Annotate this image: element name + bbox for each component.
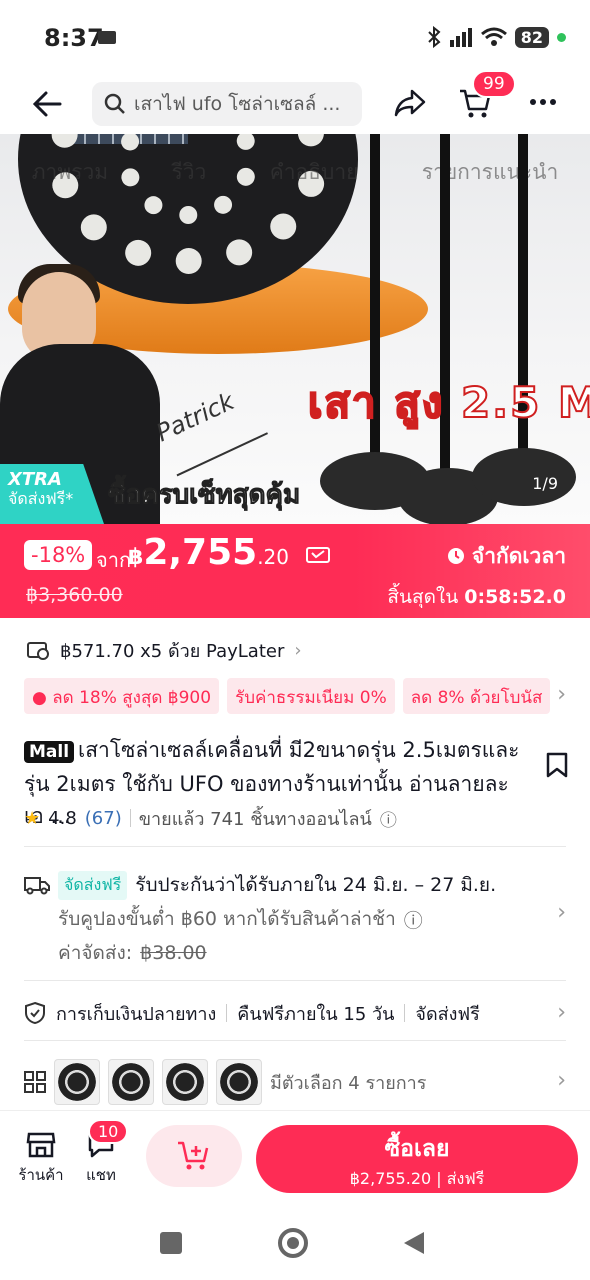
mall-badge: Mall <box>24 741 75 763</box>
variant-thumbnail[interactable] <box>54 1059 100 1105</box>
buy-now-button[interactable]: ซื้อเลย ฿2,755.20 | ส่งฟรี <box>256 1125 578 1193</box>
buy-now-price: ฿2,755.20 | ส่งฟรี <box>349 1169 485 1188</box>
search-text: เสาไฟ ufo โซล่าเซลล์ ... <box>134 93 341 115</box>
promo-chip[interactable]: ลด 8% ด้วยโบนัส <box>402 678 551 714</box>
grid-icon <box>24 1071 46 1093</box>
signal-icon <box>449 28 472 47</box>
back-triangle-icon[interactable] <box>402 1230 426 1256</box>
info-icon[interactable]: ⓘ <box>404 906 423 933</box>
chat-label: แชท <box>86 1166 116 1184</box>
coupon-icon <box>305 547 330 563</box>
search-icon <box>104 93 125 114</box>
star-icon: ★ <box>24 807 41 829</box>
chevron-right-icon: › <box>294 639 302 661</box>
variant-thumbnail[interactable] <box>108 1059 154 1105</box>
share-icon[interactable] <box>394 88 426 118</box>
product-image-gallery[interactable]: ภาพรวม รีวิว คำอธิบาย รายการแนะนำ Patric… <box>0 134 590 524</box>
shield-check-icon <box>25 1001 45 1025</box>
rating-value: 4.8 <box>48 807 77 829</box>
promo-chips: ● ลด 18% สูงสุด ฿900 รับค่าธรรมเนียม 0% … <box>0 678 590 714</box>
set-banner-text: ซื้อครบเซ็ทสุดคุ้ม <box>107 480 301 511</box>
service-free-return: คืนฟรีภายใน 15 วัน <box>237 1003 395 1025</box>
top-bar: เสาไฟ ufo โซล่าเซลล์ ... 99 <box>0 70 590 132</box>
xtra-sub: จัดส่งฟรี* <box>8 488 74 508</box>
review-count: (67) <box>84 807 122 829</box>
delivery-guarantee: รับประกันว่าได้รับภายใน 24 มิ.ย. – 27 มิ… <box>135 874 497 896</box>
free-shipping-chip: จัดส่งฟรี <box>58 870 128 900</box>
status-bar: 8:37 82 <box>0 0 590 76</box>
info-icon[interactable]: ⓘ <box>380 806 397 831</box>
tab-reviews[interactable]: รีวิว <box>171 156 206 189</box>
recents-button[interactable] <box>160 1232 182 1254</box>
signature: Patrick <box>152 379 268 477</box>
sold-count: ขายแล้ว 741 ชิ้นทางออนไลน์ <box>138 808 372 830</box>
paylater-row[interactable]: ฿571.70 x5 ด้วย PayLater › <box>0 634 590 666</box>
xtra-title: XTRA <box>8 469 62 490</box>
add-to-cart-button[interactable] <box>146 1125 242 1187</box>
promo-chip[interactable]: รับค่าธรรมเนียม 0% <box>227 678 395 714</box>
status-time: 8:37 <box>44 24 104 52</box>
promo-chip[interactable]: ● ลด 18% สูงสุด ฿900 <box>24 678 220 714</box>
limited-time-label: จำกัดเวลา <box>447 540 566 573</box>
more-menu-icon[interactable] <box>530 98 556 106</box>
current-price: ฿2,755.20 <box>128 532 330 573</box>
shipping-chevron-icon[interactable]: › <box>557 900 566 925</box>
tab-overview[interactable]: ภาพรวม <box>32 156 108 189</box>
variant-thumbnail[interactable] <box>162 1059 208 1105</box>
options-count: มีตัวเลือก 4 รายการ <box>270 1072 427 1094</box>
services-row[interactable]: การเก็บเงินปลายทาง คืนฟรีภายใน 15 วัน จั… <box>0 998 590 1028</box>
shop-button[interactable]: ร้านค้า <box>16 1131 66 1187</box>
cart-plus-icon <box>178 1141 209 1170</box>
original-price: ฿3,360.00 <box>26 584 123 606</box>
late-coupon-text: รับคูปองขั้นต่ำ ฿60 หากได้รับสินค้าล่าช้… <box>58 908 396 930</box>
shipping-section[interactable]: จัดส่งฟรี รับประกันว่าได้รับภายใน 24 มิ.… <box>24 868 564 970</box>
flash-price-bar: -18% จาก ฿2,755.20 ฿3,360.00 จำกัดเวลา ส… <box>0 524 590 618</box>
search-input[interactable]: เสาไฟ ufo โซล่าเซลล์ ... <box>92 82 362 126</box>
section-tabs: ภาพรวม รีวิว คำอธิบาย รายการแนะนำ <box>0 156 590 189</box>
chat-badge: 10 <box>88 1119 129 1144</box>
wifi-icon <box>480 27 507 46</box>
back-arrow-icon[interactable] <box>32 90 62 118</box>
countdown: สิ้นสุดใน 0:58:52.0 <box>387 586 566 608</box>
price-from-label: จาก <box>96 548 132 572</box>
service-cod: การเก็บเงินปลายทาง <box>56 1003 217 1025</box>
store-icon <box>26 1132 56 1158</box>
bottom-action-bar: ร้านค้า แชท 10 ซื้อเลย ฿2,755.20 | ส่งฟร… <box>0 1110 590 1200</box>
shop-label: ร้านค้า <box>18 1166 64 1184</box>
services-chevron-icon[interactable]: › <box>557 1000 566 1025</box>
shipping-fee-value: ฿38.00 <box>140 942 207 964</box>
options-chevron-icon[interactable]: › <box>557 1068 566 1093</box>
discount-badge: -18% <box>24 540 93 570</box>
tab-description[interactable]: คำอธิบาย <box>270 156 359 189</box>
installment-icon <box>27 642 49 660</box>
bluetooth-icon <box>428 26 441 48</box>
image-counter: 1/9 <box>532 474 558 493</box>
service-free-shipping: จัดส่งฟรี <box>415 1003 480 1025</box>
rating-row[interactable]: ★ 4.8 (67) ขายแล้ว 741 ชิ้นทางออนไลน์ ⓘ <box>0 806 590 831</box>
bookmark-icon[interactable] <box>546 752 568 778</box>
cart-badge: 99 <box>472 70 516 98</box>
pole-height-text: เสา สูง 2.5 M. <box>307 377 590 428</box>
buy-now-label: ซื้อเลย <box>384 1136 450 1162</box>
truck-icon <box>24 877 50 895</box>
promos-chevron-icon[interactable]: › <box>557 682 566 707</box>
paylater-text: ฿571.70 x5 ด้วย PayLater <box>60 640 285 662</box>
home-button[interactable] <box>278 1228 308 1258</box>
shipping-fee-label: ค่าจัดส่ง: <box>58 942 133 964</box>
status-icons: 82 <box>427 26 566 48</box>
camera-indicator-icon <box>98 31 116 44</box>
privacy-dot-icon <box>557 32 566 42</box>
variant-options-row[interactable]: มีตัวเลือก 4 รายการ <box>0 1056 590 1108</box>
battery-level: 82 <box>514 26 549 48</box>
system-nav-bar <box>0 1200 590 1280</box>
variant-thumbnail[interactable] <box>216 1059 262 1105</box>
timer-icon <box>447 548 464 564</box>
